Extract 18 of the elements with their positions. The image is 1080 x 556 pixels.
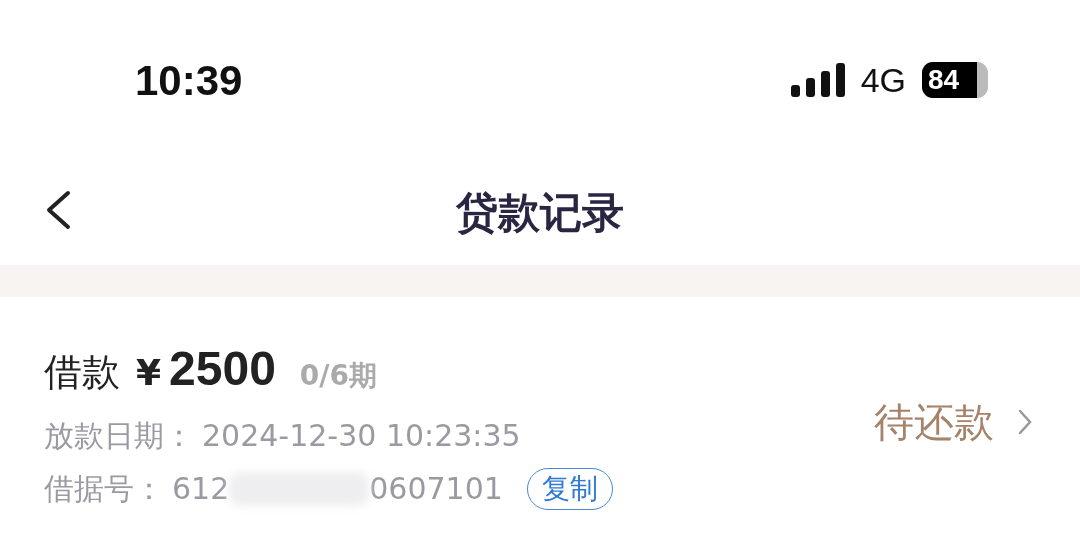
back-button[interactable] <box>44 190 72 230</box>
network-text: 4G <box>860 59 906 101</box>
loan-number-start: 612 <box>172 470 230 508</box>
time-text: 10:39 <box>135 55 243 106</box>
loan-status: 待还款 <box>874 398 994 447</box>
loan-number-end: 0607101 <box>369 470 503 508</box>
date-label: 放款日期： <box>44 417 194 455</box>
loan-amount: 2500 <box>169 341 276 397</box>
number-label: 借据号： <box>44 470 164 508</box>
installment-count: 0/6期 <box>299 358 378 394</box>
signal-icon <box>790 63 845 97</box>
battery-text: 84 <box>927 64 960 95</box>
currency-symbol: ¥ <box>136 351 162 395</box>
page-title: 贷款记录 <box>456 187 624 239</box>
copy-button[interactable]: 复制 <box>526 467 613 510</box>
loan-label: 借款 <box>44 349 120 396</box>
chevron-right-icon <box>1018 409 1032 435</box>
loan-date: 2024-12-30 10:23:35 <box>202 417 521 455</box>
